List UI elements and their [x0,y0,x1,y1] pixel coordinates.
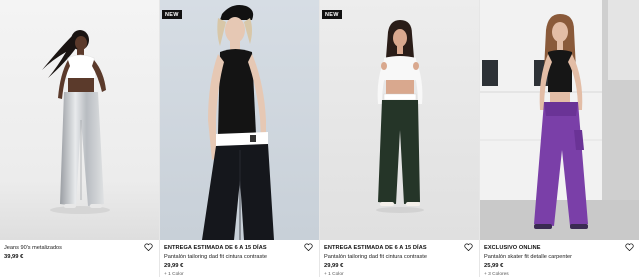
product-card[interactable]: NEW ENTREGA ESTIMADA DE 6 A 15 DÍAS Pant… [320,0,480,277]
product-price: 25,99 € [484,263,504,269]
new-badge: NEW [162,10,182,19]
heart-icon[interactable] [303,242,313,252]
model-tailoring-trousers-image [160,0,319,240]
product-info: Jeans 90's metalizados 39,99 € [4,242,155,262]
product-info: ENTREGA ESTIMADA DE 6 A 15 DÍAS Pantalón… [324,242,475,278]
product-card[interactable]: Jeans 90's metalizados 39,99 € [0,0,160,277]
heart-icon[interactable] [143,242,153,252]
product-grid: Jeans 90's metalizados 39,99 € NEW ENTRE… [0,0,640,277]
product-name[interactable]: Jeans 90's metalizados [4,244,155,253]
new-badge: NEW [322,10,342,19]
product-image[interactable]: NEW [160,0,319,240]
delivery-tag: ENTREGA ESTIMADA DE 6 A 15 DÍAS [164,245,267,251]
model-purple-skater-pants-image [480,0,639,240]
delivery-tag: ENTREGA ESTIMADA DE 6 A 15 DÍAS [324,245,427,251]
product-card[interactable]: NEW ENTREGA ESTIMADA DE 6 A 15 DÍAS Pant… [160,0,320,277]
product-image[interactable]: NEW [320,0,479,240]
heart-icon[interactable] [624,242,634,252]
product-image[interactable] [0,0,159,240]
product-price: 29,99 € [164,263,184,269]
product-info: ENTREGA ESTIMADA DE 6 A 15 DÍAS Pantalón… [164,242,315,278]
product-card[interactable]: EXCLUSIVO ONLINE Pantalón skater fit det… [480,0,640,277]
product-name[interactable]: Pantalón tailoring dad fit cintura contr… [324,253,475,262]
model-metallic-jeans-image [0,0,159,240]
product-info: EXCLUSIVO ONLINE Pantalón skater fit det… [484,242,636,278]
product-name[interactable]: Pantalón skater fit detalle carpenter [484,253,636,262]
heart-icon[interactable] [463,242,473,252]
model-green-trousers-image [320,0,479,240]
product-image[interactable] [480,0,639,240]
product-price: 29,99 € [324,263,344,269]
online-exclusive-tag: EXCLUSIVO ONLINE [484,245,541,251]
product-name[interactable]: Pantalón tailoring dad fit cintura contr… [164,253,315,262]
product-price: 39,99 € [4,254,24,260]
